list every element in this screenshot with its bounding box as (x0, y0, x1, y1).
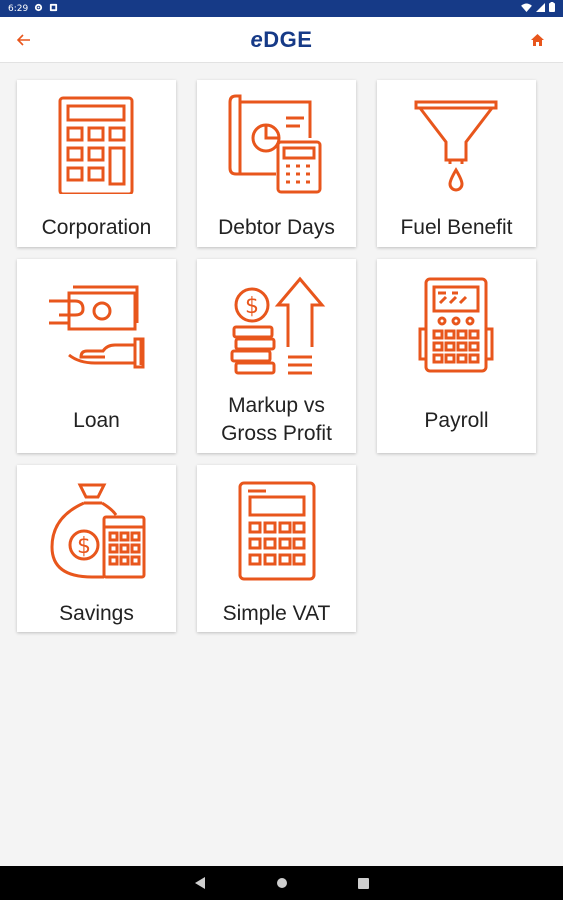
tile-fuel-benefit[interactable]: Fuel Benefit (377, 80, 536, 247)
home-icon (530, 34, 544, 46)
calculator-icon (238, 481, 316, 581)
status-bar: 6:29 (0, 0, 563, 17)
home-button[interactable] (525, 29, 549, 51)
tile-label: Loan (73, 409, 120, 432)
tile-label: Simple VAT (222, 602, 331, 625)
calculator-grid: Corporation Debtor Days Fuel Benefit Loa… (17, 80, 536, 632)
tile-debtor-days[interactable]: Debtor Days (197, 80, 356, 247)
signal-icon (536, 2, 545, 15)
nav-home-button[interactable] (275, 876, 289, 890)
money-bag-calculator-icon: $ (50, 483, 146, 579)
back-button[interactable] (12, 29, 36, 51)
circle-home-icon (276, 878, 287, 888)
square-recents-icon (358, 877, 369, 889)
tile-label: Debtor Days (218, 216, 335, 239)
triangle-back-icon (194, 877, 205, 889)
nav-back-button[interactable] (193, 876, 207, 890)
tile-label: Payroll (424, 409, 489, 432)
notification-icon (49, 3, 58, 15)
funnel-drop-icon (414, 100, 498, 192)
tile-label: Corporation (41, 216, 152, 239)
coins-arrow-up-icon: $ (230, 276, 326, 375)
battery-icon (549, 2, 555, 15)
tile-label-line1: Markup vs (228, 394, 325, 417)
financial-calculator-icon (418, 277, 494, 373)
arrow-left-icon (17, 34, 30, 46)
wifi-icon (521, 2, 532, 15)
blueprint-calculator-icon (228, 94, 322, 194)
hand-money-icon (49, 285, 145, 369)
tile-corporation[interactable]: Corporation (17, 80, 176, 247)
tile-label: Fuel Benefit (400, 216, 513, 239)
system-nav-bar (0, 866, 563, 900)
nav-recents-button[interactable] (357, 876, 371, 890)
status-time: 6:29 (8, 3, 29, 14)
settings-icon (34, 3, 43, 15)
tile-simple-vat[interactable]: Simple VAT (197, 465, 356, 632)
tile-label: Savings (59, 602, 134, 625)
svg-text:$: $ (77, 534, 91, 559)
svg-text:$: $ (245, 294, 259, 319)
tile-label-line2: Gross Profit (221, 422, 332, 445)
tile-payroll[interactable]: Payroll (377, 259, 536, 453)
calculator-icon (58, 96, 134, 194)
edge-logo: e DGE (250, 26, 313, 52)
app-bar: e DGE (0, 17, 563, 63)
tile-savings[interactable]: $ Savings (17, 465, 176, 632)
tile-markup-vs-gross-profit[interactable]: $ Markup vs Gross Profit (197, 259, 356, 453)
tile-label: Markup vs Gross Profit (197, 392, 356, 448)
tile-loan[interactable]: Loan (17, 259, 176, 453)
